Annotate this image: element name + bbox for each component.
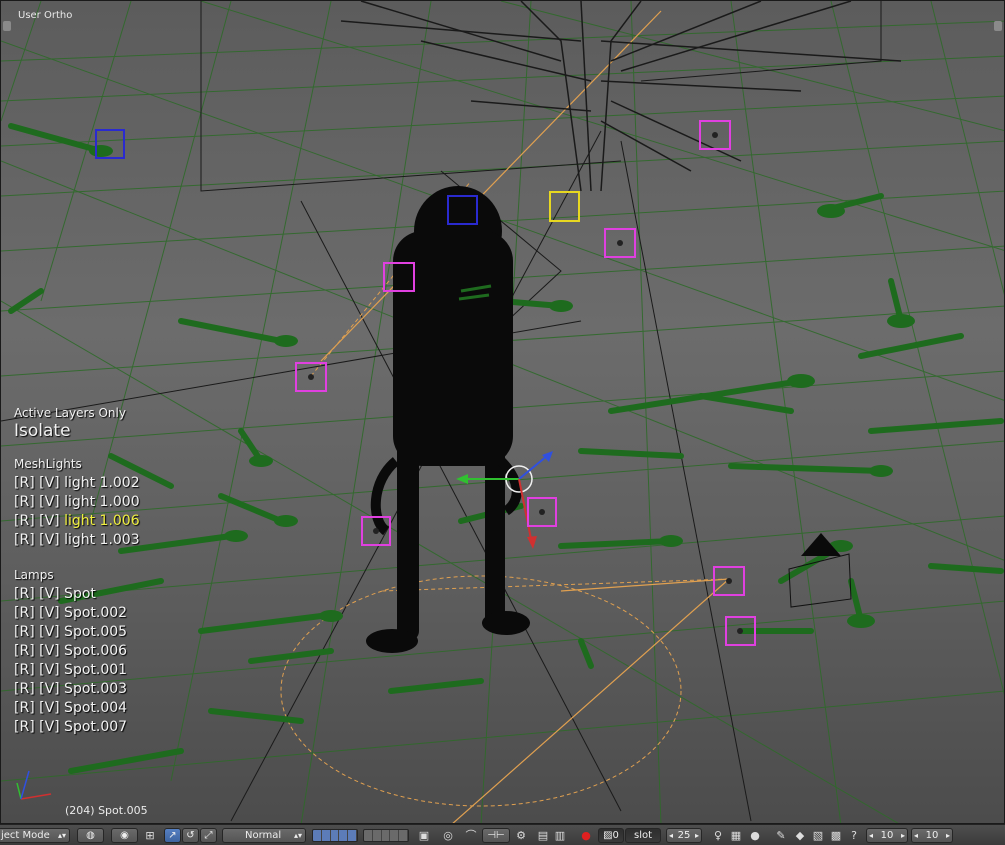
keying-set-label: slot <box>633 830 653 841</box>
snap-icon: ⊣⊢ <box>487 830 505 841</box>
object-overlay: Active Layers Only Isolate MeshLights [R… <box>14 406 140 754</box>
lightbulb-icon[interactable]: ♀ <box>710 828 726 843</box>
render-icon[interactable]: ⚙ <box>513 828 529 843</box>
meshlight-item: [R] [V] light 1.002 <box>14 474 140 493</box>
rotate-icon: ↺ <box>186 830 195 841</box>
lamp-dots <box>308 132 743 634</box>
meshlight-item: [R] [V] light 1.006 <box>14 512 140 531</box>
lamp-item: [R] [V] Spot <box>14 586 96 602</box>
particles-icon[interactable]: ▩ <box>828 828 844 843</box>
lamp-item: [R] [V] Spot.005 <box>14 624 128 640</box>
layers-row-2[interactable] <box>363 829 409 842</box>
translate-toggle[interactable]: ↗ <box>164 828 181 843</box>
keying-set-field[interactable]: slot <box>625 828 661 843</box>
corner-drag-handle-left[interactable] <box>3 21 11 31</box>
viewport-header: ject Mode ▴▾ ◍ ◉ ⊞ ↗ ↺ ⤢ Normal ▴▾ ▣ ◎ ⌒ ⊣… <box>0 824 1005 845</box>
meshlight-name: light 1.000 <box>64 494 140 510</box>
rotate-toggle[interactable]: ↺ <box>182 828 199 843</box>
frame-info: (204) Spot.005 <box>65 804 148 817</box>
snap-element-select[interactable]: ⊣⊢ <box>482 828 510 843</box>
texture-icon[interactable]: ▧ <box>810 828 826 843</box>
lamp-item: [R] [V] Spot.004 <box>14 700 128 716</box>
arrow-left-icon: ◂ <box>914 831 919 840</box>
blend-mode-label: Normal <box>245 830 282 841</box>
lamp-item: [R] [V] Spot.006 <box>14 643 128 659</box>
grid-y-label: 10 <box>925 830 939 841</box>
lamp-markers <box>295 120 756 646</box>
magnet-icon[interactable]: ⌒ <box>463 828 479 843</box>
lamps-list: [R] [V] Spot [R] [V] Spot.002 [R] [V] Spot… <box>14 585 140 737</box>
manipulator-icon[interactable]: ⊞ <box>142 828 158 843</box>
meshlight-prefix: [R] [V] <box>14 513 65 529</box>
lamps-heading: Lamps <box>14 568 54 582</box>
frame-label: 25 <box>677 830 691 841</box>
meshlight-name: light 1.003 <box>64 532 140 548</box>
grid-x-label: 10 <box>880 830 894 841</box>
help-icon[interactable]: ? <box>846 828 862 843</box>
pivot-icon: ◉ <box>120 830 129 841</box>
corner-drag-handle-right[interactable] <box>994 21 1002 31</box>
mode-select-label: ject Mode <box>1 830 50 841</box>
scene-canvas[interactable] <box>1 1 1005 824</box>
cube-icon[interactable]: ◆ <box>792 828 808 843</box>
3d-viewport[interactable]: User Ortho Active Layers Only Isolate Me… <box>0 0 1005 824</box>
meshlight-prefix: [R] [V] <box>14 494 65 510</box>
arrow-right-icon: ▸ <box>945 831 950 840</box>
grid-x-field[interactable]: ◂ 10 ▸ <box>866 828 908 843</box>
view-label: User Ortho <box>18 10 73 21</box>
viewport-shading-select[interactable]: ◍ <box>77 828 104 843</box>
updown-icon: ▴▾ <box>57 831 66 840</box>
mode-select[interactable]: ject Mode ▴▾ <box>0 828 70 843</box>
camera-icon[interactable]: ▤ <box>535 828 551 843</box>
keying-count-field[interactable]: ▨0 <box>598 828 624 843</box>
meshlight-item: [R] [V] light 1.003 <box>14 531 140 550</box>
pivot-select[interactable]: ◉ <box>111 828 138 843</box>
scale-icon: ⤢ <box>204 830 213 841</box>
proportional-edit-icon[interactable]: ◎ <box>440 828 456 843</box>
arrow-left-icon: ◂ <box>869 831 874 840</box>
meshlight-prefix: [R] [V] <box>14 475 65 491</box>
meshlights-heading: MeshLights <box>14 457 82 471</box>
arrow-left-icon: ◂ <box>669 831 674 840</box>
clapper-icon[interactable]: ▥ <box>552 828 568 843</box>
lamp-item: [R] [V] Spot.001 <box>14 662 128 678</box>
translate-icon: ↗ <box>168 830 177 841</box>
image-icon[interactable]: ▦ <box>728 828 744 843</box>
meshlights-list: [R] [V] light 1.002 [R] [V] light 1.000 [R… <box>14 474 140 550</box>
transform-orientation-select[interactable]: Normal ▴▾ <box>222 828 306 843</box>
lamp-item: [R] [V] Spot.007 <box>14 719 128 735</box>
axis-gizmo <box>16 770 52 800</box>
lamp-item: [R] [V] Spot.003 <box>14 681 128 697</box>
record-icon[interactable]: ● <box>578 828 594 843</box>
arrow-right-icon: ▸ <box>900 831 905 840</box>
wrench-icon[interactable]: ✎ <box>773 828 789 843</box>
layer-lock-icon[interactable]: ▣ <box>416 828 432 843</box>
frame-field[interactable]: ◂ 25 ▸ <box>666 828 702 843</box>
meshlight-name: light 1.006 <box>64 513 140 529</box>
layers-row-1[interactable] <box>312 829 358 842</box>
arrow-right-icon: ▸ <box>694 831 699 840</box>
meshlight-prefix: [R] [V] <box>14 532 65 548</box>
grid-y-field[interactable]: ◂ 10 ▸ <box>911 828 953 843</box>
meshlight-item: [R] [V] light 1.000 <box>14 493 140 512</box>
keying-count-label: 0 <box>612 830 619 841</box>
sphere-icon[interactable]: ● <box>747 828 763 843</box>
key-icon: ▨ <box>603 830 613 841</box>
updown-icon: ▴▾ <box>293 831 302 840</box>
globe-icon: ◍ <box>86 830 95 841</box>
isolate-label: Isolate <box>14 421 71 441</box>
active-layers-label: Active Layers Only <box>14 406 126 420</box>
lamp-item: [R] [V] Spot.002 <box>14 605 128 621</box>
scale-toggle[interactable]: ⤢ <box>200 828 217 843</box>
meshlight-name: light 1.002 <box>64 475 140 491</box>
